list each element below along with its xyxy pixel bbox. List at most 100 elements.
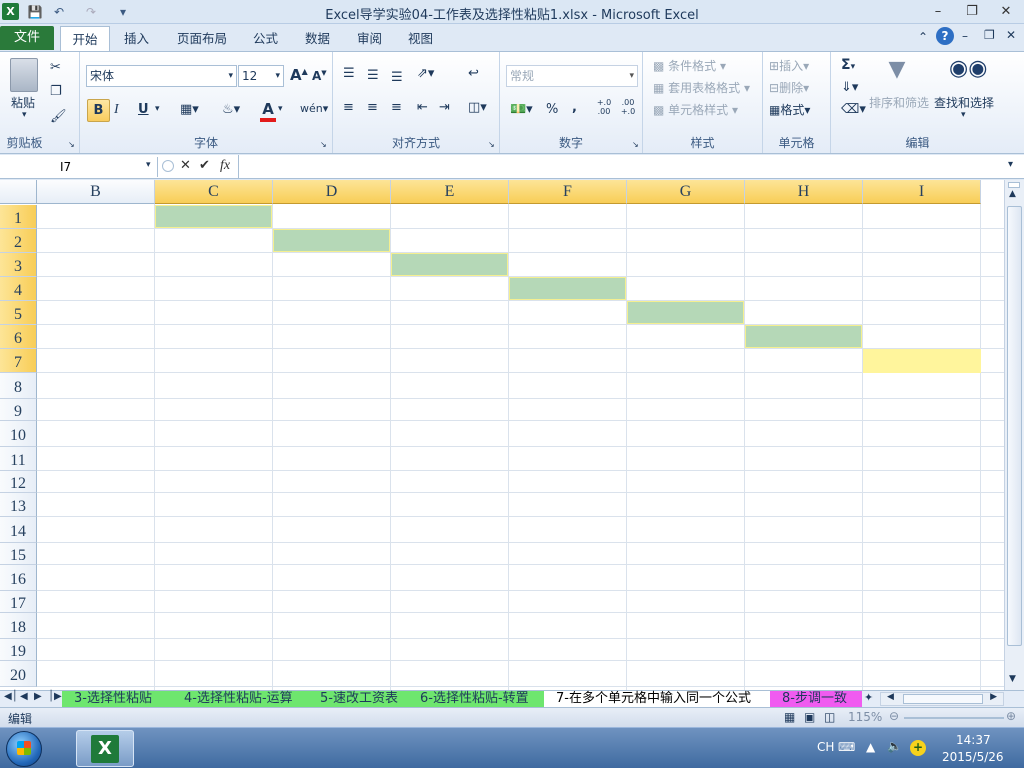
sheet-tab-active[interactable]: 7-在多个单元格中输入同一个公式 xyxy=(544,691,770,708)
column-header-G[interactable]: G xyxy=(627,180,745,204)
split-box-icon[interactable] xyxy=(1008,182,1020,188)
clock-date[interactable]: 2015/5/26 xyxy=(942,750,1004,764)
row-header-7[interactable]: 7 xyxy=(0,349,37,373)
last-sheet-icon[interactable]: │▶ xyxy=(48,691,62,702)
shrink-font-icon[interactable]: A▼ xyxy=(312,69,327,83)
grow-font-icon[interactable]: A▲ xyxy=(290,66,308,84)
column-header-I[interactable]: I xyxy=(863,180,981,204)
name-box-dropdown-icon[interactable]: ▾ xyxy=(146,160,151,170)
help-icon[interactable]: ? xyxy=(936,27,954,45)
formula-bar-grip-icon[interactable] xyxy=(162,160,174,172)
first-sheet-icon[interactable]: ◀│ xyxy=(4,691,18,702)
percent-style-button[interactable]: % xyxy=(546,102,558,117)
sheet-tab[interactable]: 5-速改工资表 xyxy=(308,691,408,708)
tab-page-layout[interactable]: 页面布局 xyxy=(165,26,239,51)
workbook-minimize-button[interactable]: – xyxy=(962,29,968,43)
column-header-F[interactable]: F xyxy=(509,180,627,204)
show-hidden-icons[interactable]: ▲ xyxy=(866,740,875,754)
italic-button[interactable]: I xyxy=(114,102,119,118)
chevron-down-icon[interactable]: ▾ xyxy=(278,104,283,114)
accounting-format-icon[interactable]: 💵▾ xyxy=(510,102,533,117)
horizontal-scrollbar[interactable]: ◀ ▶ xyxy=(880,692,1004,706)
column-header-C[interactable]: C xyxy=(155,180,273,204)
tab-formulas[interactable]: 公式 xyxy=(241,26,290,51)
paste-button[interactable]: 粘贴 xyxy=(11,94,35,111)
name-box[interactable]: I7 xyxy=(0,157,158,177)
cell-styles-button[interactable]: ▩ 单元格样式 ▾ xyxy=(653,101,738,118)
formula-input[interactable] xyxy=(238,155,1008,178)
clear-icon[interactable]: ⌫▾ xyxy=(841,102,866,117)
sheet-tab[interactable]: 4-选择性粘贴-运算 xyxy=(172,691,308,708)
scroll-right-icon[interactable]: ▶ xyxy=(990,692,997,702)
filled-cell[interactable] xyxy=(391,253,508,276)
network-icon[interactable]: + xyxy=(910,740,926,756)
clock-time[interactable]: 14:37 xyxy=(956,733,991,747)
chevron-down-icon[interactable]: ▾ xyxy=(155,104,160,114)
row-header-3[interactable]: 3 xyxy=(0,253,37,277)
number-format-select[interactable]: 常规 ▾ xyxy=(506,65,638,87)
sheet-tab[interactable]: 8-步调一致 xyxy=(770,691,862,708)
row-header-1[interactable]: 1 xyxy=(0,205,37,229)
paste-dropdown-icon[interactable]: ▾ xyxy=(22,110,27,120)
tab-home[interactable]: 开始 xyxy=(60,26,110,51)
find-select-dropdown-icon[interactable]: ▾ xyxy=(961,110,966,120)
excel-taskbar-button[interactable]: X xyxy=(76,730,134,767)
row-header-20[interactable]: 20 xyxy=(0,661,37,687)
filled-cell[interactable] xyxy=(509,277,626,300)
wrap-text-icon[interactable]: ↩ xyxy=(468,66,479,81)
select-all-button[interactable] xyxy=(0,180,37,204)
font-name-select[interactable]: 宋体 ▾ xyxy=(86,65,237,87)
insert-cells-button[interactable]: ⊞插入▾ xyxy=(769,57,809,74)
hscroll-thumb[interactable] xyxy=(903,694,983,704)
row-header-2[interactable]: 2 xyxy=(0,229,37,253)
bold-button[interactable]: B xyxy=(87,99,110,122)
font-size-select[interactable]: 12 ▾ xyxy=(238,65,284,87)
vertical-scrollbar[interactable]: ▲ ▼ xyxy=(1004,180,1024,690)
tab-file[interactable]: 文件 xyxy=(0,26,54,50)
font-launcher-icon[interactable]: ↘ xyxy=(320,140,327,149)
row-header-19[interactable]: 19 xyxy=(0,639,37,661)
format-cells-button[interactable]: ▦格式▾ xyxy=(769,101,810,118)
sort-filter-icon[interactable]: ▼ xyxy=(881,57,913,89)
align-right-icon[interactable]: ≡ xyxy=(391,100,402,115)
scroll-left-icon[interactable]: ◀ xyxy=(887,692,894,702)
row-header-15[interactable]: 15 xyxy=(0,543,37,565)
normal-view-icon[interactable]: ▦ xyxy=(784,710,795,724)
row-header-8[interactable]: 8 xyxy=(0,373,37,399)
number-launcher-icon[interactable]: ↘ xyxy=(632,140,639,149)
underline-button[interactable]: U xyxy=(138,102,149,117)
row-header-5[interactable]: 5 xyxy=(0,301,37,325)
zoom-level[interactable]: 115% xyxy=(848,710,882,724)
volume-icon[interactable]: 🔈 xyxy=(887,739,902,753)
clipboard-launcher-icon[interactable]: ↘ xyxy=(68,140,75,149)
decrease-indent-icon[interactable]: ⇤ xyxy=(417,100,428,115)
filled-cell[interactable] xyxy=(745,325,862,348)
fill-color-icon[interactable]: ♨▾ xyxy=(222,102,240,117)
sheet-tab[interactable]: 6-选择性粘贴-转置 xyxy=(408,691,544,708)
active-cell-I7[interactable] xyxy=(863,349,981,373)
row-header-4[interactable]: 4 xyxy=(0,277,37,301)
fill-icon[interactable]: ⇓▾ xyxy=(841,80,858,95)
column-header-E[interactable]: E xyxy=(391,180,509,204)
find-select-button[interactable]: 查找和选择 xyxy=(934,94,994,111)
align-bottom-icon[interactable]: ☰ xyxy=(391,70,403,85)
tab-review[interactable]: 审阅 xyxy=(345,26,394,51)
row-header-11[interactable]: 11 xyxy=(0,447,37,471)
input-language[interactable]: CH xyxy=(817,740,834,754)
decrease-decimal-button[interactable]: .00 +.0 xyxy=(618,98,638,116)
merge-center-icon[interactable]: ◫▾ xyxy=(468,100,487,115)
minimize-ribbon-icon[interactable]: ⌃ xyxy=(918,30,928,44)
sheet-tab[interactable]: 3-选择性粘贴 xyxy=(62,691,172,708)
format-painter-icon[interactable]: 🖌 xyxy=(50,109,67,124)
cancel-entry-icon[interactable]: ✕ xyxy=(180,158,191,173)
increase-decimal-button[interactable]: +.0 .00 xyxy=(594,98,614,116)
page-layout-view-icon[interactable]: ▣ xyxy=(804,710,815,724)
increase-indent-icon[interactable]: ⇥ xyxy=(439,100,450,115)
scroll-up-icon[interactable]: ▲ xyxy=(1009,189,1016,199)
page-break-view-icon[interactable]: ◫ xyxy=(824,710,835,724)
align-middle-icon[interactable]: ☰ xyxy=(367,68,379,83)
row-header-6[interactable]: 6 xyxy=(0,325,37,349)
row-header-13[interactable]: 13 xyxy=(0,493,37,517)
row-header-17[interactable]: 17 xyxy=(0,591,37,613)
zoom-slider[interactable] xyxy=(904,717,1004,719)
